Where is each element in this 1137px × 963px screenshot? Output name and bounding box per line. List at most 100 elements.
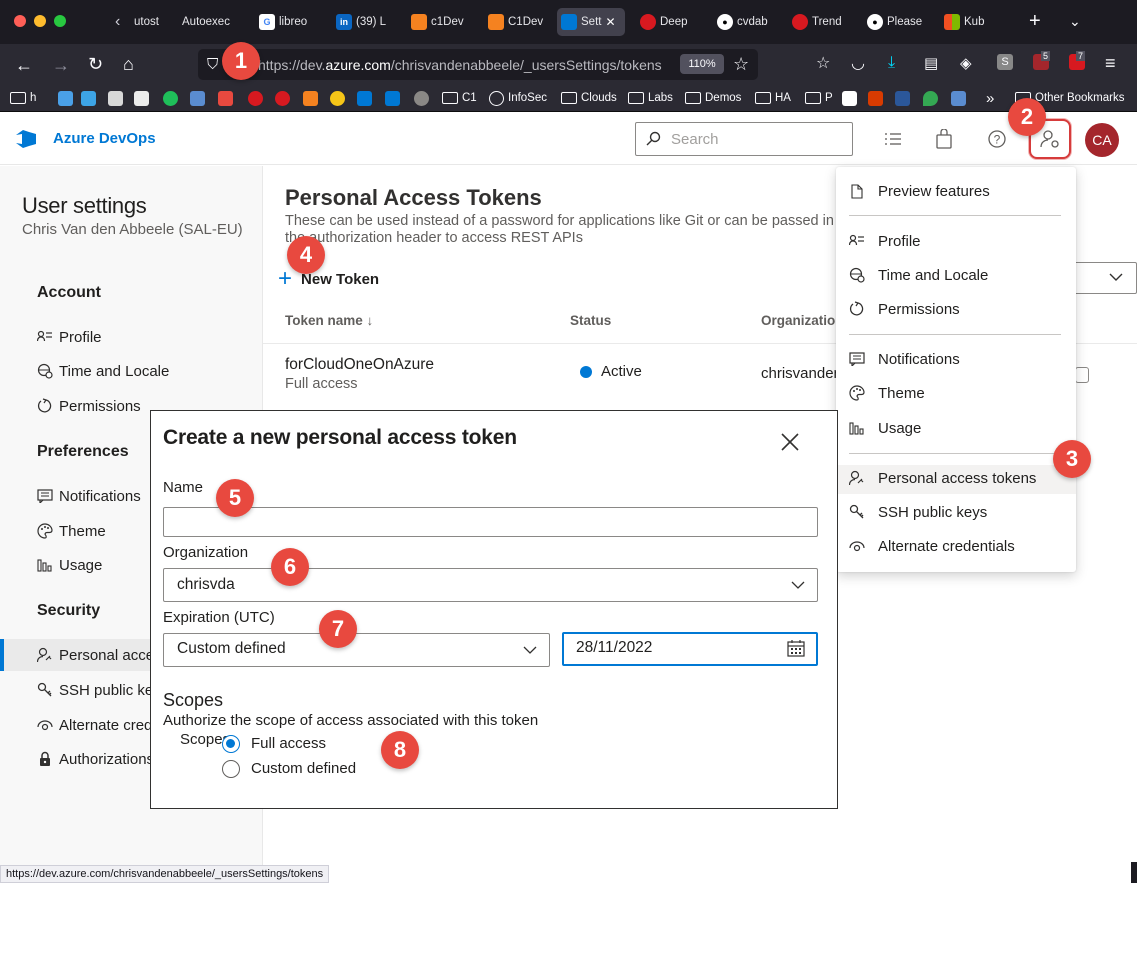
zoom-window-button[interactable]: [54, 15, 66, 27]
star-icon[interactable]: ☆: [733, 55, 749, 73]
sidebar-item-profile[interactable]: Profile: [37, 326, 102, 348]
bookmark-favicon[interactable]: [330, 90, 345, 106]
browser-tab[interactable]: Deep: [636, 8, 700, 36]
menu-item-permissions[interactable]: Permissions: [849, 297, 960, 321]
chevron-left-icon[interactable]: ‹: [115, 13, 120, 31]
bookmark-favicon[interactable]: [190, 90, 205, 106]
column-header-status[interactable]: Status: [570, 313, 611, 328]
extensions-icon[interactable]: ☆: [816, 55, 830, 73]
back-icon[interactable]: ←: [15, 56, 33, 74]
calendar-icon[interactable]: [787, 640, 805, 657]
browser-tab[interactable]: C1Dev: [484, 8, 544, 36]
bookmark-favicon[interactable]: [218, 90, 233, 106]
sidebar-item-notifications[interactable]: Notifications: [37, 485, 141, 507]
column-header-token-name[interactable]: Token name ↓: [285, 313, 373, 328]
bookmark-folder[interactable]: InfoSec: [489, 90, 547, 106]
bookmark-favicon[interactable]: [163, 90, 178, 106]
download-icon[interactable]: ⤓: [888, 54, 895, 72]
column-header-organization[interactable]: Organization: [761, 313, 837, 328]
bookmark-favicon[interactable]: [108, 90, 123, 106]
extension-icon[interactable]: ◈: [960, 55, 972, 73]
menu-item-notifications[interactable]: Notifications: [849, 347, 960, 371]
pocket-icon[interactable]: ◡: [851, 55, 865, 73]
bookmark-favicon[interactable]: [923, 90, 938, 106]
bookmark-favicon[interactable]: [951, 90, 966, 106]
bookmark-favicon[interactable]: [895, 90, 910, 106]
chevron-double-right-icon[interactable]: »: [986, 90, 994, 107]
browser-tab[interactable]: G libreo: [255, 8, 315, 36]
zoom-level-badge[interactable]: 110%: [680, 54, 724, 74]
bookmark-favicon[interactable]: [385, 90, 400, 106]
menu-item-time-locale[interactable]: Time and Locale: [849, 263, 988, 287]
scope-custom-defined-label[interactable]: Custom defined: [251, 760, 356, 777]
bookmark-folder[interactable]: HA: [755, 90, 791, 106]
bookmark-favicon[interactable]: [414, 90, 429, 106]
extension-s-icon[interactable]: S: [997, 54, 1013, 70]
shield-icon[interactable]: ⛉: [207, 56, 218, 74]
bookmark-favicon[interactable]: [81, 90, 96, 106]
browser-tab[interactable]: in (39) L: [332, 8, 392, 36]
bookmark-favicon[interactable]: [842, 90, 857, 106]
new-token-button[interactable]: + New Token: [278, 267, 379, 291]
bookmark-folder[interactable]: h: [10, 90, 36, 106]
brand-name[interactable]: Azure DevOps: [53, 130, 156, 147]
bookmark-favicon[interactable]: [303, 90, 318, 106]
hamburger-menu-icon[interactable]: ≡: [1105, 54, 1116, 72]
work-items-icon[interactable]: [884, 131, 902, 147]
browser-tab[interactable]: ● Please: [863, 8, 927, 36]
menu-item-preview-features[interactable]: Preview features: [849, 179, 990, 203]
menu-item-theme[interactable]: Theme: [849, 381, 925, 405]
browser-tab[interactable]: ● cvdab: [713, 8, 773, 36]
sidebar-item-usage[interactable]: Usage: [37, 554, 102, 576]
browser-tab[interactable]: Trend: [788, 8, 848, 36]
scope-custom-defined-radio[interactable]: [222, 760, 240, 778]
bookmark-favicon[interactable]: [275, 90, 290, 106]
bookmark-folder[interactable]: C1: [442, 90, 477, 106]
search-input[interactable]: [635, 122, 853, 156]
organization-select[interactable]: [163, 568, 818, 602]
bookmark-folder[interactable]: Clouds: [561, 90, 617, 106]
bookmark-favicon[interactable]: [357, 90, 372, 106]
close-window-button[interactable]: [14, 15, 26, 27]
minimize-window-button[interactable]: [34, 15, 46, 27]
bookmark-favicon[interactable]: [248, 90, 263, 106]
menu-item-usage[interactable]: Usage: [849, 416, 921, 440]
sidebar-item-authorizations[interactable]: Authorizations: [37, 748, 154, 770]
bookmark-folder[interactable]: Labs: [628, 90, 673, 106]
browser-tab-active[interactable]: Sett ✕: [557, 8, 625, 36]
scope-full-access-radio[interactable]: [222, 735, 240, 753]
token-name[interactable]: forCloudOneOnAzure: [285, 356, 434, 374]
home-icon[interactable]: ⌂: [123, 55, 134, 73]
menu-item-personal-access-tokens[interactable]: Personal access tokens: [849, 466, 1036, 490]
browser-tab[interactable]: c1Dev: [407, 8, 467, 36]
sidebar-item-ssh-keys[interactable]: SSH public keys: [37, 679, 168, 701]
close-tab-icon[interactable]: ✕: [605, 15, 615, 29]
new-tab-icon[interactable]: +: [1029, 11, 1041, 31]
browser-tab[interactable]: Kub: [940, 8, 998, 36]
browser-tab[interactable]: Autoexec: [178, 8, 244, 36]
bookmark-folder[interactable]: Demos: [685, 90, 741, 106]
menu-item-alternate-credentials[interactable]: Alternate credentials: [849, 534, 1015, 558]
sidebar-item-theme[interactable]: Theme: [37, 520, 106, 542]
bookmark-favicon[interactable]: [134, 90, 149, 106]
browser-tab[interactable]: utost: [130, 8, 170, 36]
name-field[interactable]: [163, 507, 818, 537]
url-text[interactable]: https://dev.azure.com/chrisvandenabbeele…: [258, 57, 676, 73]
row-checkbox[interactable]: [1075, 367, 1089, 383]
menu-item-ssh-keys[interactable]: SSH public keys: [849, 500, 987, 524]
help-icon[interactable]: ?: [987, 129, 1007, 149]
chevron-down-icon[interactable]: ⌄: [1069, 12, 1081, 30]
reload-icon[interactable]: ↻: [88, 55, 103, 73]
bookmark-favicon[interactable]: [868, 90, 883, 106]
scope-full-access-label[interactable]: Full access: [251, 735, 326, 752]
marketplace-bag-icon[interactable]: [935, 129, 953, 149]
forward-icon[interactable]: →: [52, 56, 70, 74]
azure-devops-logo-icon[interactable]: [14, 127, 38, 151]
close-icon[interactable]: [780, 432, 800, 452]
reader-icon[interactable]: ▤: [924, 55, 938, 73]
sidebar-item-time-locale[interactable]: Time and Locale: [37, 360, 169, 382]
avatar[interactable]: CA: [1085, 123, 1119, 157]
bookmark-folder[interactable]: P: [805, 90, 833, 106]
menu-item-profile[interactable]: Profile: [849, 229, 921, 253]
sidebar-item-permissions[interactable]: Permissions: [37, 395, 141, 417]
